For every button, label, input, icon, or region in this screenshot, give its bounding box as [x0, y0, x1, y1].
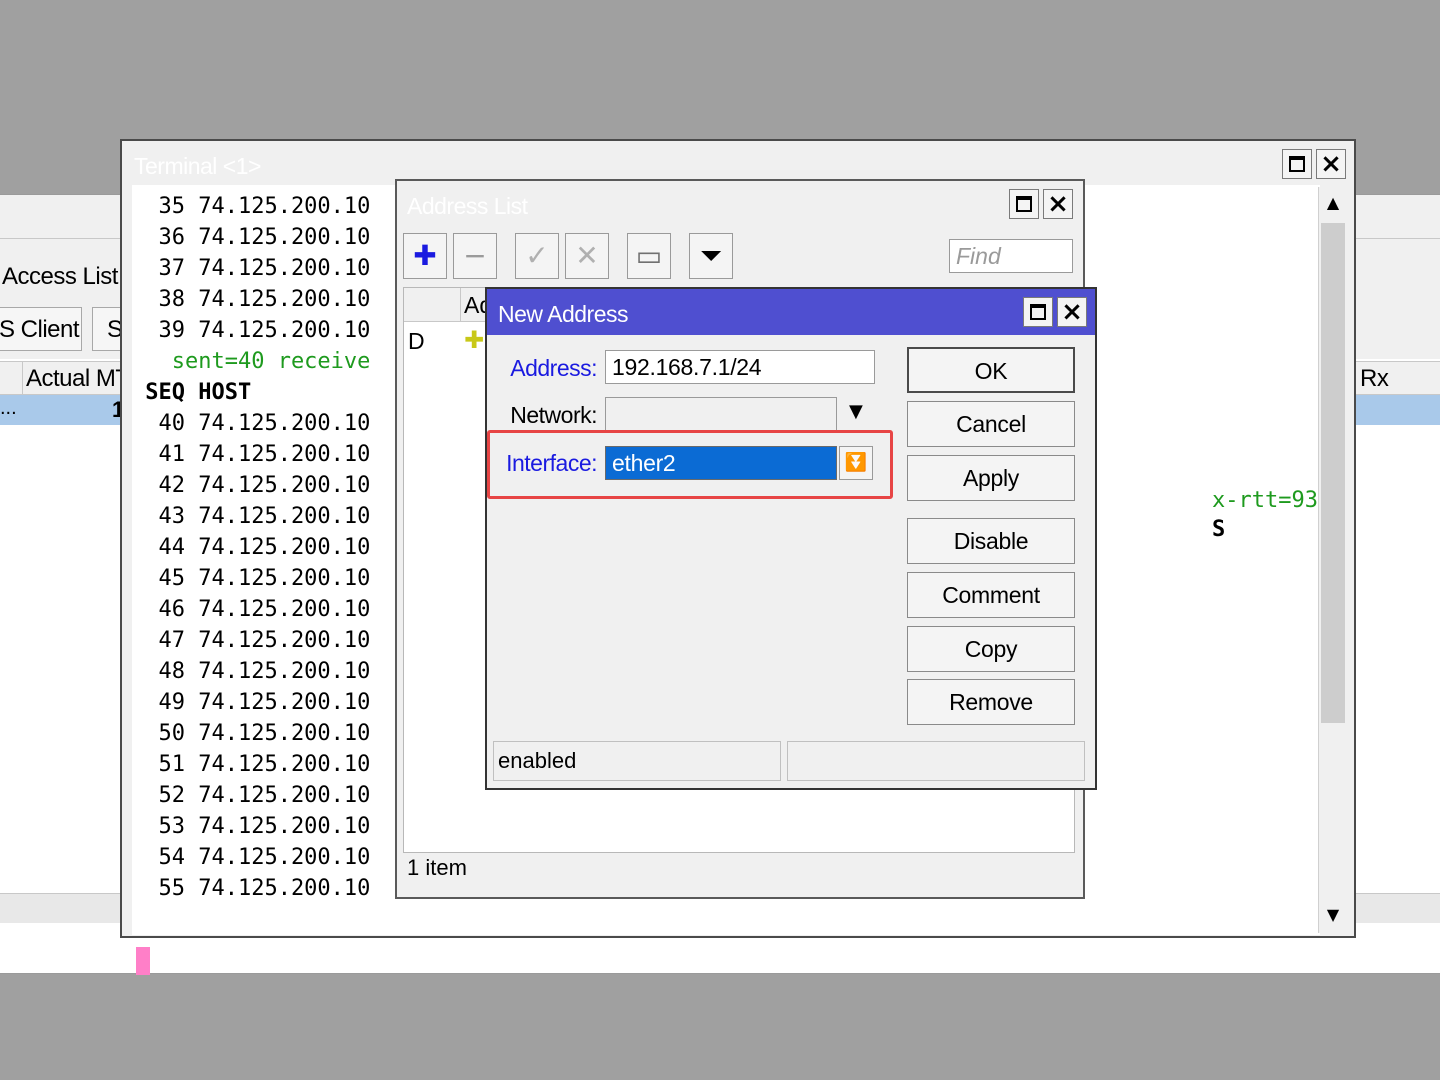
close-icon: × [1320, 149, 1342, 179]
maximize-icon [1030, 304, 1046, 320]
maximize-icon [1289, 156, 1305, 172]
row-flag: D [408, 328, 425, 354]
enable-button[interactable]: ✓ [515, 233, 559, 279]
grid-header-divider [460, 288, 461, 322]
tab-client-button[interactable]: S Client [0, 307, 82, 351]
remove-button[interactable]: Remove [907, 679, 1075, 725]
dialog-maximize-button[interactable] [1023, 297, 1053, 327]
enable-icon: ✓ [525, 239, 549, 272]
remove-icon: − [463, 239, 487, 272]
address-label: Address: [510, 355, 597, 381]
scroll-up-icon[interactable]: ▲ [1319, 189, 1347, 217]
disable-button[interactable]: ✕ [565, 233, 609, 279]
apply-button[interactable]: Apply [907, 455, 1075, 501]
terminal-close-button[interactable]: × [1316, 149, 1346, 179]
tab-client-label: S Client [0, 316, 80, 343]
address-row-icon: ✚ [464, 326, 485, 354]
terminal-cursor [136, 947, 150, 975]
terminal-s-fragment: S [1212, 517, 1226, 542]
copy-button[interactable]: Copy [907, 626, 1075, 672]
address-input[interactable]: 192.168.7.1/24 [605, 350, 875, 384]
address-list-item-count: 1 item [407, 855, 467, 880]
close-icon: × [1047, 189, 1069, 219]
filter-button[interactable]: ⏷ [689, 233, 733, 279]
column-actual-mtu[interactable]: Actual MT [26, 365, 130, 393]
column-divider [22, 361, 23, 395]
add-icon: ✚ [413, 239, 437, 272]
close-icon: × [1061, 297, 1083, 327]
disable-button[interactable]: Disable [907, 518, 1075, 564]
add-button[interactable]: ✚ [403, 233, 447, 279]
network-input[interactable] [605, 397, 837, 431]
scrollbar-thumb[interactable] [1321, 223, 1345, 723]
terminal-scrollbar[interactable]: ▲ ▼ [1318, 187, 1348, 933]
new-address-dialog[interactable]: New Address × Address: 192.168.7.1/24 Ne… [485, 287, 1097, 790]
cancel-button[interactable]: Cancel [907, 401, 1075, 447]
filter-icon: ⏷ [699, 239, 723, 272]
column-rx[interactable]: Rx [1360, 365, 1389, 393]
interface-highlight-box [487, 430, 893, 499]
status-enabled: enabled [493, 741, 781, 781]
tab-access-list[interactable]: Access List [2, 263, 118, 291]
comment-icon: ▭ [635, 239, 663, 272]
row-cell-ellipsis: ... [0, 397, 17, 419]
ok-button[interactable]: OK [907, 347, 1075, 393]
status-secondary [787, 741, 1085, 781]
comment-button[interactable]: Comment [907, 572, 1075, 618]
address-list-maximize-button[interactable] [1009, 189, 1039, 219]
comment-button[interactable]: ▭ [627, 233, 671, 279]
terminal-maximize-button[interactable] [1282, 149, 1312, 179]
terminal-title: Terminal <1> [134, 153, 261, 179]
dialog-title: New Address [498, 301, 629, 327]
network-dropdown-icon[interactable]: ▼ [849, 401, 863, 422]
maximize-icon [1016, 196, 1032, 212]
address-list-title: Address List [407, 193, 528, 219]
dialog-close-button[interactable]: × [1057, 297, 1087, 327]
scroll-down-icon[interactable]: ▼ [1319, 901, 1347, 929]
disable-icon: ✕ [575, 239, 599, 272]
remove-button[interactable]: − [453, 233, 497, 279]
network-label: Network: [510, 402, 597, 428]
address-list-close-button[interactable]: × [1043, 189, 1073, 219]
find-input[interactable]: Find [949, 239, 1073, 273]
